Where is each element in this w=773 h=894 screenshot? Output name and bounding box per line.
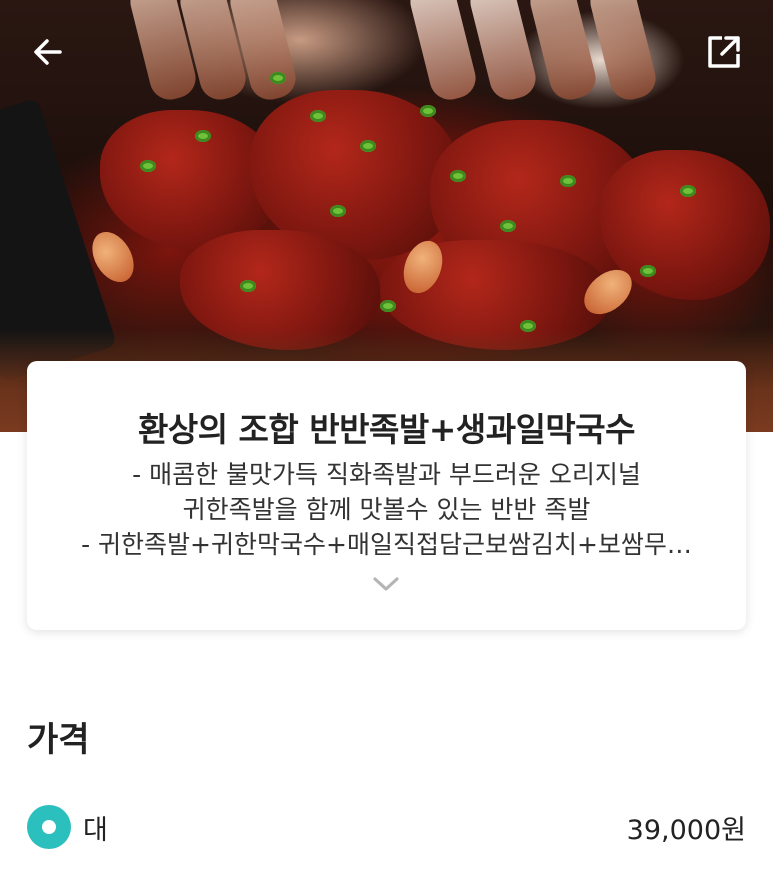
arrow-left-icon <box>34 39 62 65</box>
menu-info-card: 환상의 조합 반반족발+생과일막국수 - 매콤한 불맛가득 직화족발과 부드러운… <box>27 361 746 630</box>
description-line: - 매콤한 불맛가득 직화족발과 부드러운 오리지널 <box>132 460 641 489</box>
menu-description: - 매콤한 불맛가득 직화족발과 부드러운 오리지널 귀한족발을 함께 맛볼수 … <box>47 457 726 562</box>
back-button[interactable] <box>26 30 70 74</box>
chevron-down-icon <box>373 577 399 591</box>
price-section-title: 가격 <box>27 720 90 760</box>
price-option-row[interactable]: 대 39,000원 <box>27 804 746 850</box>
price-option-price: 39,000원 <box>626 814 746 846</box>
share-external-icon <box>708 36 740 68</box>
radio-selected-dot <box>42 820 56 834</box>
description-line: 귀한족발을 함께 맛볼수 있는 반반 족발 <box>182 495 591 524</box>
share-button[interactable] <box>702 30 746 74</box>
description-line: - 귀한족발+귀한막국수+매일직접담근보쌈김치+보쌈무… <box>81 530 692 559</box>
expand-description-button[interactable] <box>372 574 400 594</box>
menu-title: 환상의 조합 반반족발+생과일막국수 <box>137 410 636 449</box>
price-option-label: 대 <box>83 814 108 846</box>
price-option-radio[interactable] <box>27 805 71 849</box>
